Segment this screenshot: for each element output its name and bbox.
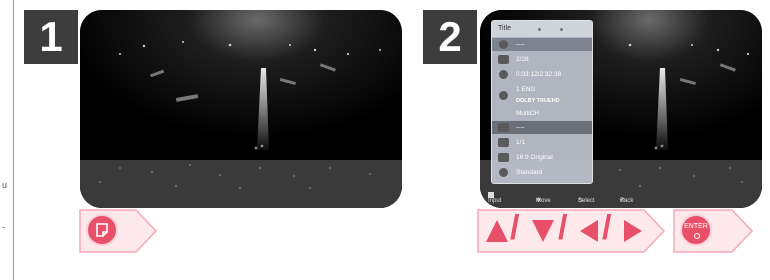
- enter-button[interactable]: ENTER: [680, 214, 712, 246]
- osd-row-subtitle[interactable]: ----: [492, 121, 592, 134]
- margin-mark-bottom: -: [2, 222, 5, 232]
- info-button[interactable]: [86, 214, 118, 246]
- osd-row-chapter[interactable]: 2/28: [492, 53, 592, 66]
- osd-title: Title: [498, 25, 511, 32]
- osd-row-value: Standard: [516, 169, 543, 176]
- margin-mark-top: u: [2, 180, 8, 190]
- arrow-separator: /: [602, 209, 612, 247]
- up-arrow-button[interactable]: [484, 214, 510, 248]
- osd-row-value: ----: [516, 124, 525, 131]
- angle-icon: [498, 138, 509, 147]
- subtitle-icon: [498, 123, 509, 132]
- step-1-badge: 1: [24, 10, 78, 64]
- disc-icon: [499, 40, 508, 49]
- enter-dot-icon: [694, 233, 700, 239]
- picture-mode-icon: [499, 168, 508, 177]
- osd-header: Title: [492, 21, 592, 37]
- arrow-separator: /: [510, 209, 520, 247]
- osd-row-picture-mode[interactable]: Standard: [492, 166, 592, 179]
- left-arrow-button[interactable]: [576, 214, 602, 248]
- osd-row-channel: MultiCH: [492, 107, 592, 120]
- aspect-icon: [498, 153, 509, 162]
- osd-row-value: 2/28: [516, 56, 529, 63]
- osd-row-value: 0:03:12/2:32:38: [516, 71, 562, 78]
- info-osd-panel: Title ---- 2/28 0:03:12/2:32:38 1 ENG DO…: [491, 20, 593, 184]
- step-1-screen: [80, 10, 402, 208]
- concert-scene-image: [80, 10, 402, 208]
- info-icon: [96, 223, 108, 237]
- osd-row-value: ----: [516, 41, 525, 48]
- chapter-icon: [498, 55, 509, 64]
- down-arrow-button[interactable]: [530, 214, 556, 248]
- page-margin-rule: [13, 0, 14, 280]
- osd-row-time[interactable]: 0:03:12/2:32:38: [492, 68, 592, 81]
- audio-icon: [499, 91, 508, 100]
- step-2-badge: 2: [423, 10, 477, 64]
- osd-header-dot: [538, 28, 541, 31]
- right-arrow-button[interactable]: [620, 214, 646, 248]
- osd-header-dot: [560, 28, 563, 31]
- enter-button-label: ENTER: [684, 223, 708, 230]
- osd-row-value: 1/1: [516, 139, 526, 146]
- osd-row-value: 16:9 Original: [516, 154, 553, 161]
- osd-row-title[interactable]: ----: [492, 38, 592, 51]
- clock-icon: [499, 70, 508, 79]
- osd-row-value: MultiCH: [516, 110, 540, 117]
- arrow-separator: /: [558, 209, 568, 247]
- osd-row-aspect[interactable]: 16:9 Original: [492, 151, 592, 164]
- osd-row-angle[interactable]: 1/1: [492, 136, 592, 149]
